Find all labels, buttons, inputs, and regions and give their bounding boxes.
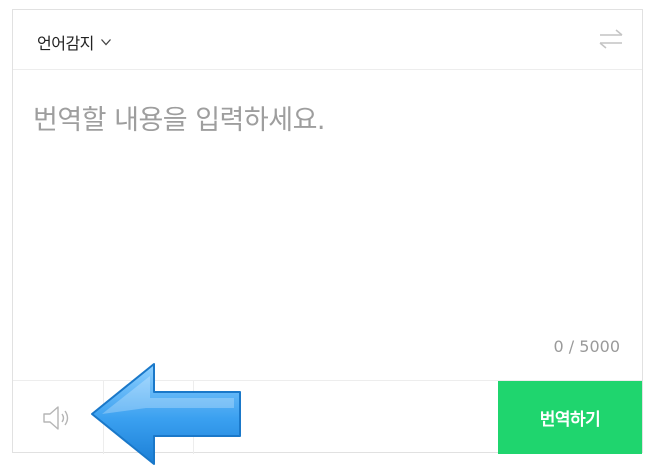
character-counter: 0 / 5000 — [553, 337, 620, 356]
source-language-dropdown[interactable]: 언어감지 — [37, 30, 112, 54]
source-language-label: 언어감지 — [37, 34, 94, 53]
speaker-icon[interactable] — [41, 403, 75, 433]
source-text-input[interactable] — [33, 98, 623, 338]
chevron-down-icon — [100, 39, 111, 46]
translate-button[interactable]: 번역하기 — [498, 381, 642, 454]
swap-arrows-icon[interactable] — [598, 28, 624, 50]
panel-header: 언어감지 — [13, 10, 642, 70]
annotation-arrow-icon — [91, 363, 241, 465]
